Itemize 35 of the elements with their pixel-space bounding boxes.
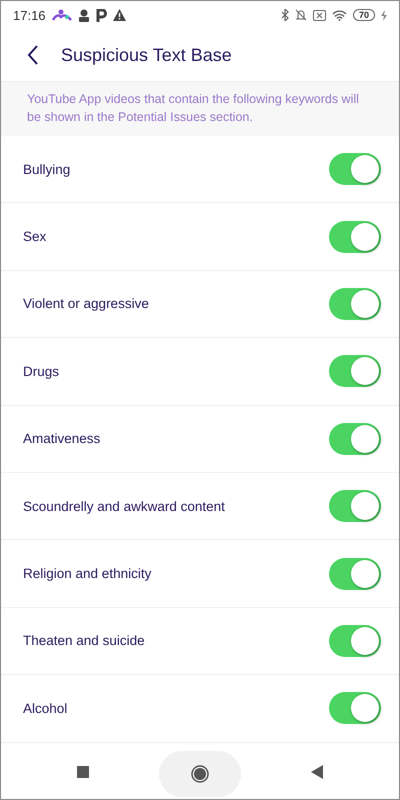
- back-nav-icon[interactable]: [311, 765, 323, 779]
- keyword-label: Religion and ethnicity: [23, 566, 152, 582]
- parking-icon: [96, 8, 107, 22]
- warning-icon: [112, 9, 126, 21]
- home-button[interactable]: [159, 751, 241, 797]
- toggle-switch[interactable]: [329, 422, 381, 455]
- toggle-switch[interactable]: [329, 288, 381, 320]
- keyword-label: Alcohol: [23, 700, 68, 716]
- keyword-label: Theaten and suicide: [23, 633, 145, 648]
- toggle-switch[interactable]: [329, 624, 381, 657]
- charging-icon: [381, 10, 387, 20]
- keyword-label: Bullying: [23, 162, 70, 177]
- muted-bell-icon: [294, 9, 307, 21]
- toggle-switch[interactable]: [329, 692, 381, 724]
- toggle-switch[interactable]: [329, 220, 381, 253]
- wifi-icon: [332, 10, 347, 20]
- keyword-label: Sex: [23, 229, 46, 244]
- page-title: Suspicious Text Base: [61, 44, 232, 66]
- sim-icon: [312, 10, 326, 20]
- status-time: 17:16: [13, 8, 46, 22]
- home-icon: [191, 765, 209, 783]
- battery-indicator: 70: [352, 9, 375, 21]
- back-icon: [27, 45, 39, 65]
- notice-text: YouTube App videos that contain the following keywords will be shown in the Potential Issues section.: [27, 92, 359, 124]
- toggle-switch[interactable]: [329, 558, 381, 590]
- toggle-switch[interactable]: [329, 355, 381, 388]
- keyword-label: Violent or aggressive: [23, 296, 149, 312]
- toggle-switch[interactable]: [329, 490, 381, 522]
- keyword-label: Amativeness: [23, 431, 100, 446]
- bluetooth-icon: [280, 9, 289, 21]
- keyword-label: Drugs: [23, 364, 60, 379]
- person-icon: [78, 8, 90, 22]
- people-icon: [52, 9, 72, 21]
- keyword-label: Scoundrelly and awkward content: [23, 498, 225, 514]
- toggle-switch[interactable]: [329, 153, 381, 186]
